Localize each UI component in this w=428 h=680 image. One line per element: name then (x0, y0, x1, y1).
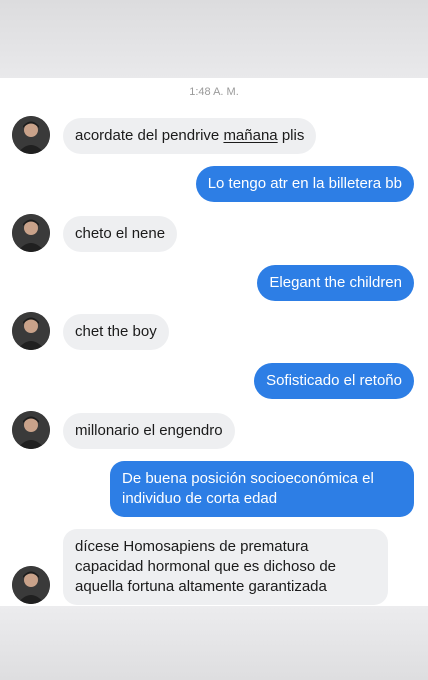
avatar[interactable] (12, 214, 50, 252)
bottom-blurred-band (0, 606, 428, 680)
outgoing-message[interactable]: Sofisticado el retoño (254, 363, 414, 399)
avatar[interactable] (12, 312, 50, 350)
message-timestamp: 1:48 A. M. (189, 86, 239, 98)
avatar[interactable] (12, 116, 50, 154)
outgoing-message[interactable]: Elegant the children (257, 265, 414, 301)
avatar[interactable] (12, 411, 50, 449)
top-blurred-band (0, 0, 428, 78)
incoming-message[interactable]: millonario el engendro (63, 413, 235, 449)
avatar[interactable] (12, 566, 50, 604)
incoming-message[interactable]: acordate del pendrive mañana plis (63, 118, 317, 154)
chat-thread[interactable]: 1:48 A. M. acordate del pendrive mañana … (0, 78, 428, 606)
incoming-message[interactable]: dícese Homosapiens de prematura capacida… (63, 529, 388, 605)
message-text: plis (277, 127, 305, 144)
incoming-message[interactable]: chet the boy (63, 314, 169, 350)
outgoing-message[interactable]: Lo tengo atr en la billetera bb (195, 166, 414, 202)
message-text: acordate del pendrive (75, 127, 224, 144)
underlined-word[interactable]: mañana (223, 127, 277, 144)
outgoing-message[interactable]: De buena posición socioeconómica el indi… (110, 461, 414, 517)
incoming-message[interactable]: cheto el nene (63, 216, 178, 252)
